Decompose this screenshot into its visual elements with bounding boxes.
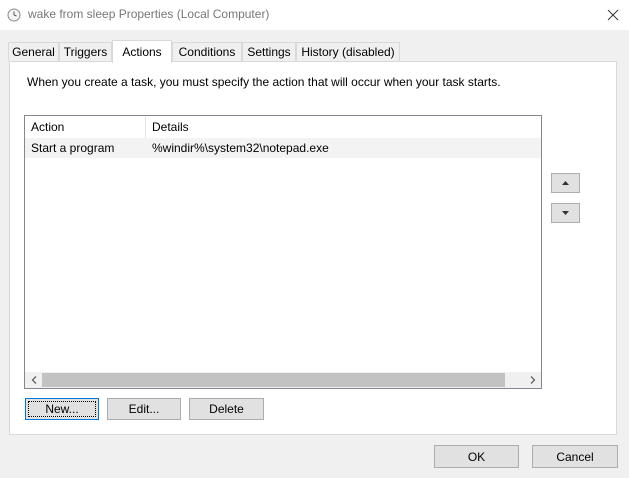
new-button[interactable]: New... xyxy=(25,398,99,420)
title-bar: wake from sleep Properties (Local Comput… xyxy=(0,0,629,30)
list-header: Action Details xyxy=(25,116,541,138)
close-icon xyxy=(607,9,618,21)
scroll-right-button[interactable] xyxy=(524,372,541,388)
tab-label: Settings xyxy=(247,45,291,59)
tab-label: Conditions xyxy=(178,45,236,59)
tab-label: Actions xyxy=(122,45,162,59)
scroll-left-button[interactable] xyxy=(25,372,42,388)
tab-label: General xyxy=(12,45,55,59)
table-row[interactable]: Start a program %windir%\system32\notepa… xyxy=(25,138,541,158)
tab-actions[interactable]: Actions xyxy=(112,40,172,63)
window-title: wake from sleep Properties (Local Comput… xyxy=(28,7,270,21)
tab-history[interactable]: History (disabled) xyxy=(296,42,400,61)
close-button[interactable] xyxy=(596,0,629,30)
cancel-button-label: Cancel xyxy=(556,449,594,464)
tab-label: History (disabled) xyxy=(301,45,395,59)
focus-rectangle xyxy=(28,401,96,417)
edit-button-label: Edit... xyxy=(128,402,160,416)
tab-conditions[interactable]: Conditions xyxy=(172,42,242,61)
column-header-action[interactable]: Action xyxy=(25,116,145,138)
tab-label: Triggers xyxy=(63,45,108,59)
horizontal-scrollbar[interactable] xyxy=(25,372,541,388)
instruction-text: When you create a task, you must specify… xyxy=(27,75,501,89)
delete-button[interactable]: Delete xyxy=(189,398,264,420)
edit-button[interactable]: Edit... xyxy=(107,398,181,420)
tab-settings[interactable]: Settings xyxy=(242,42,296,61)
ok-button[interactable]: OK xyxy=(434,445,519,468)
triangle-down-icon xyxy=(562,211,569,215)
scroll-thumb[interactable] xyxy=(42,373,505,387)
tab-general[interactable]: General xyxy=(8,42,59,61)
triangle-up-icon xyxy=(562,181,569,185)
actions-list[interactable]: Action Details Start a program %windir%\… xyxy=(24,115,542,389)
cell-action: Start a program xyxy=(31,141,115,155)
ok-button-label: OK xyxy=(467,449,486,464)
tab-triggers[interactable]: Triggers xyxy=(59,42,112,61)
clock-icon xyxy=(7,8,21,22)
column-header-details[interactable]: Details xyxy=(146,116,541,138)
delete-button-label: Delete xyxy=(209,402,244,416)
cell-details: %windir%\system32\notepad.exe xyxy=(152,141,329,155)
chevron-right-icon xyxy=(530,376,535,384)
move-up-button[interactable] xyxy=(551,173,580,193)
chevron-left-icon xyxy=(31,376,36,384)
move-down-button[interactable] xyxy=(551,203,580,223)
cancel-button[interactable]: Cancel xyxy=(532,445,618,468)
